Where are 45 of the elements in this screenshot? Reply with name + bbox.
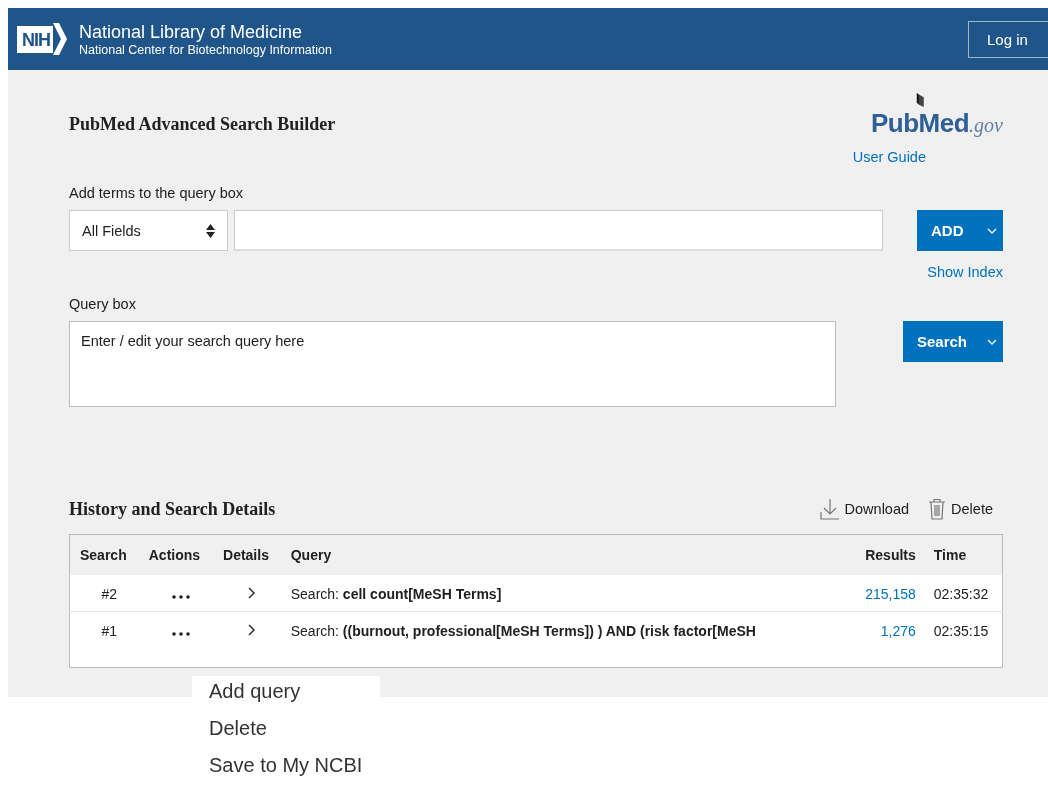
column-header: Results (840, 534, 924, 575)
results-link[interactable]: 215,158 (865, 586, 916, 602)
column-header: Details (213, 534, 281, 575)
query-text: Search: ((burnout, professional[MeSH Terms]) ) AND (risk factor[MeSH (290, 622, 756, 639)
search-time: 02:35:32 (933, 586, 989, 602)
column-header: Search (69, 534, 139, 575)
delete-button[interactable]: Delete (928, 498, 993, 520)
download-button[interactable]: Download (819, 498, 910, 520)
show-index-link[interactable]: Show Index (69, 264, 1003, 280)
add-terms-label: Add terms to the query box (69, 185, 245, 201)
login-button[interactable]: Log in (968, 20, 1048, 58)
nih-logo: NIH (17, 23, 67, 55)
caret-icon (987, 227, 997, 234)
trash-icon (928, 498, 947, 520)
search-time: 02:35:15 (933, 622, 989, 639)
menu-item[interactable]: Save to My NCBI (209, 754, 380, 777)
book-icon (915, 93, 925, 107)
chevron-right-icon[interactable] (248, 587, 256, 599)
more-icon[interactable] (171, 595, 190, 599)
sort-icon (206, 223, 215, 238)
column-header: Query (280, 534, 841, 575)
search-number: #1 (101, 622, 118, 639)
menu-item[interactable]: Add query (209, 680, 380, 703)
caret-icon (987, 338, 997, 345)
history-title: History and Search Details (69, 498, 276, 520)
user-guide-link[interactable]: User Guide (852, 149, 926, 165)
pubmed-logo: PubMed.gov (871, 108, 1003, 138)
search-number: #2 (101, 586, 118, 602)
more-icon[interactable] (171, 631, 190, 636)
term-input[interactable] (234, 210, 883, 251)
org-name: National Library of Medicine (79, 21, 304, 43)
search-button[interactable]: Search (903, 321, 1003, 362)
query-text: Search: cell count[MeSH Terms] (290, 586, 502, 602)
add-button[interactable]: ADD (917, 210, 1003, 251)
chevron-right-icon[interactable] (248, 623, 256, 636)
page-title: PubMed Advanced Search Builder (69, 114, 336, 135)
org-subtitle: National Center for Biotechnology Information (79, 43, 332, 57)
column-header: Time (923, 534, 1003, 575)
query-box[interactable]: Enter / edit your search query here (69, 321, 836, 407)
column-header: Actions (138, 534, 213, 575)
menu-item[interactable]: Delete (209, 717, 380, 740)
field-select[interactable]: All Fields (69, 210, 228, 251)
query-box-label: Query box (69, 296, 137, 312)
download-icon (819, 498, 840, 520)
results-link[interactable]: 1,276 (880, 622, 916, 639)
